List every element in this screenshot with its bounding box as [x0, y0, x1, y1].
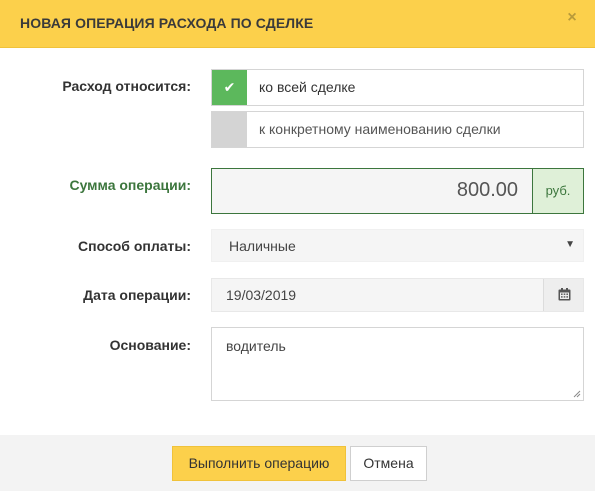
scope-option-specific-item-toggle[interactable]: [212, 112, 247, 147]
calendar-icon: [558, 288, 571, 301]
amount-label: Сумма операции:: [69, 177, 191, 193]
modal-header: НОВАЯ ОПЕРАЦИЯ РАСХОДА ПО СДЕЛКЕ ×: [0, 0, 595, 48]
expense-scope-label: Расход относится:: [62, 78, 191, 94]
check-icon: ✔: [223, 79, 236, 95]
submit-operation-button[interactable]: Выполнить операцию: [172, 446, 346, 481]
scope-option-whole-deal-toggle[interactable]: ✔: [212, 70, 247, 105]
basis-value: водитель: [226, 338, 286, 354]
calendar-button[interactable]: [543, 279, 583, 311]
payment-method-select[interactable]: Наличные ▼: [211, 229, 584, 262]
close-button[interactable]: ×: [563, 9, 581, 27]
scope-option-whole-deal-label: ко всей сделке: [259, 79, 356, 95]
close-icon: ×: [567, 9, 577, 26]
operation-date-input[interactable]: 19/03/2019: [211, 278, 584, 312]
cancel-button[interactable]: Отмена: [350, 446, 427, 481]
currency-addon: руб.: [532, 169, 583, 213]
modal-footer: Выполнить операцию Отмена: [0, 435, 595, 491]
operation-date-label: Дата операции:: [83, 287, 191, 303]
amount-value: 800.00: [456, 179, 518, 201]
amount-input[interactable]: 800.00: [212, 169, 532, 213]
scope-option-whole-deal[interactable]: ✔ ко всей сделке: [211, 69, 584, 106]
operation-date-value: 19/03/2019: [226, 287, 297, 303]
resize-handle-icon[interactable]: [573, 390, 581, 398]
modal-title: НОВАЯ ОПЕРАЦИЯ РАСХОДА ПО СДЕЛКЕ: [20, 15, 314, 31]
payment-method-value: Наличные: [229, 238, 296, 254]
payment-method-label: Способ оплаты:: [78, 238, 191, 254]
dropdown-arrow-icon: ▼: [565, 239, 575, 250]
amount-input-group: 800.00 руб.: [211, 168, 584, 214]
scope-option-specific-item[interactable]: к конкретному наименованию сделки: [211, 111, 584, 148]
basis-textarea[interactable]: водитель: [211, 327, 584, 401]
basis-label: Основание:: [109, 337, 191, 353]
scope-option-specific-item-label: к конкретному наименованию сделки: [259, 121, 501, 137]
